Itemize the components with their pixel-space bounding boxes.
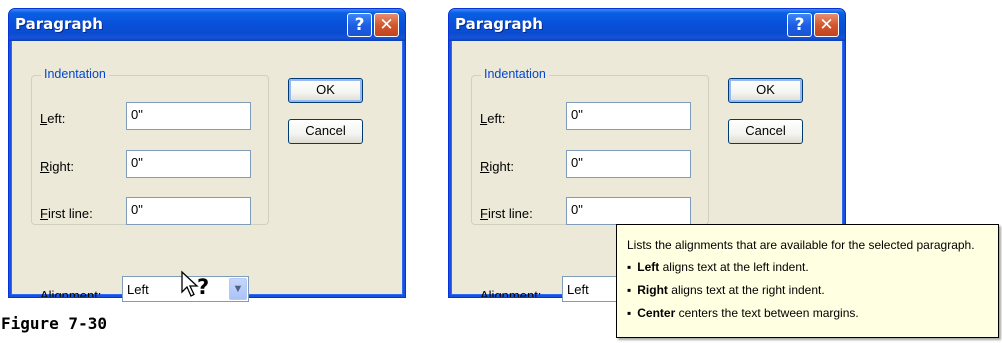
first-line-value: 0" [571,202,583,217]
cancel-button[interactable]: Cancel [728,119,803,144]
help-cursor-icon: ? [181,270,209,299]
help-icon: ? [794,15,805,35]
title-bar[interactable]: Paragraph ? ✕ [9,9,405,41]
tooltip-intro: Lists the alignments that are available … [627,238,975,252]
dialog-title: Paragraph [455,15,543,33]
figure-caption: Figure 7-30 [1,314,107,333]
ok-button[interactable]: OK [288,78,363,103]
tooltip-list: Left aligns text at the left indent. Rig… [627,258,998,322]
left-indent-value: 0" [131,107,143,122]
chevron-down-icon[interactable]: ▼ [229,278,247,300]
dialog-body: Indentation Left: 0" Right: 0" First lin… [12,41,402,297]
left-label: Left: [480,111,506,126]
tooltip-item: Left aligns text at the left indent. [627,258,998,276]
indentation-label: Indentation [481,67,549,81]
close-button[interactable]: ✕ [374,13,399,37]
alignment-label: Alignment: [40,288,102,298]
tooltip-term: Right [637,283,668,297]
left-label: Left: [40,111,66,126]
close-icon: ✕ [819,15,834,35]
right-label: Right: [40,159,74,174]
help-button[interactable]: ? [347,13,372,37]
left-indent-value: 0" [571,107,583,122]
first-line-field[interactable]: 0" [566,197,691,225]
tooltip-desc: centers the text between margins. [678,306,859,320]
close-icon: ✕ [379,15,394,35]
right-label: Right: [480,159,514,174]
title-bar[interactable]: Paragraph ? ✕ [449,9,845,41]
tooltip-desc: aligns text at the right indent. [671,283,825,297]
tooltip-item: Center centers the text between margins. [627,304,998,322]
paragraph-dialog: Paragraph ? ✕ Indentation Left: 0" Right… [8,8,406,298]
left-indent-field[interactable]: 0" [126,102,251,130]
tooltip-item: Right aligns text at the right indent. [627,281,998,299]
tooltip-desc: aligns text at the left indent. [662,260,809,274]
alignment-value: Left [567,282,589,297]
dialog-title: Paragraph [15,15,103,33]
alignment-value: Left [127,282,149,297]
indentation-label: Indentation [41,67,109,81]
right-indent-value: 0" [571,155,583,170]
whats-this-tooltip: Lists the alignments that are available … [616,224,999,338]
ok-button[interactable]: OK [728,78,803,103]
right-indent-field[interactable]: 0" [126,150,251,178]
right-indent-field[interactable]: 0" [566,150,691,178]
first-line-label: First line: [40,206,93,221]
close-button[interactable]: ✕ [814,13,839,37]
cancel-button[interactable]: Cancel [288,119,363,144]
first-line-value: 0" [131,202,143,217]
help-icon: ? [354,15,365,35]
first-line-label: First line: [480,206,533,221]
help-button[interactable]: ? [787,13,812,37]
svg-text:?: ? [197,275,209,299]
right-indent-value: 0" [131,155,143,170]
first-line-field[interactable]: 0" [126,197,251,225]
left-indent-field[interactable]: 0" [566,102,691,130]
tooltip-term: Left [637,260,660,274]
tooltip-term: Center [637,306,676,320]
alignment-label: Alignment: [480,288,542,298]
